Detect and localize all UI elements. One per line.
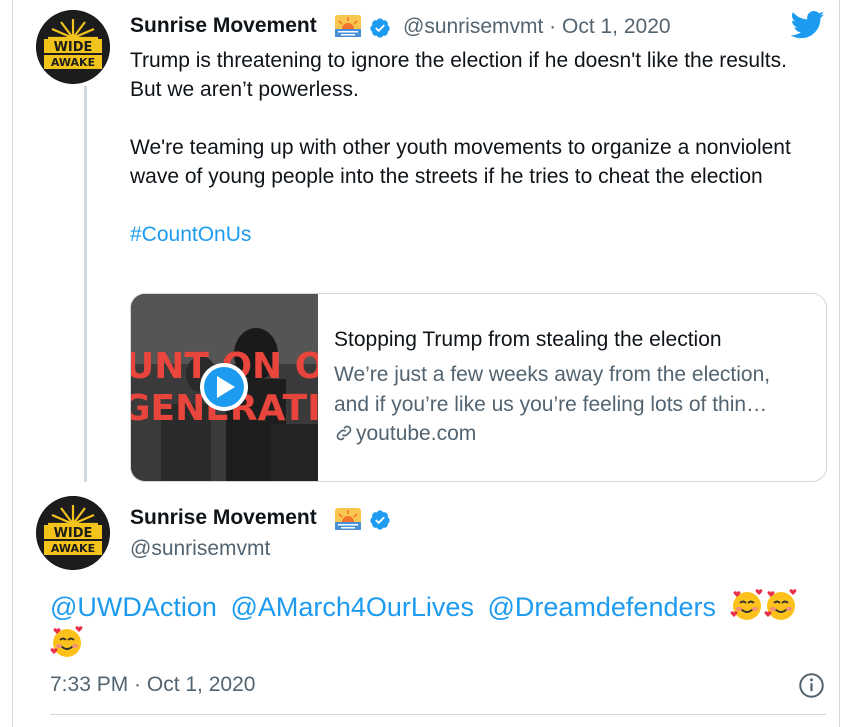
info-icon[interactable]: [798, 672, 825, 699]
svg-text:WIDE: WIDE: [54, 526, 93, 541]
card-domain[interactable]: youtube.com: [334, 422, 476, 446]
mention-link[interactable]: @Dreamdefenders: [487, 592, 716, 622]
wide-awake-logo: WIDE AWAKE: [36, 10, 110, 84]
sunrise-emoji-icon: [335, 508, 361, 530]
thread-connector-line: [84, 86, 87, 482]
smiling-face-with-hearts-emoji: [50, 626, 83, 657]
hashtag-link[interactable]: #CountOnUs: [130, 223, 251, 246]
card-title[interactable]: Stopping Trump from stealing the electio…: [334, 328, 722, 352]
play-icon: [200, 363, 248, 411]
avatar[interactable]: WIDE AWAKE: [36, 10, 110, 84]
tweet-timestamp[interactable]: 7:33 PM · Oct 1, 2020: [50, 673, 255, 697]
sunrise-emoji-icon: [335, 15, 361, 37]
tweet-embed-frame: WIDE AWAKE Sunrise Movement @sunrisemvmt…: [12, 0, 840, 727]
video-thumbnail[interactable]: UNT ON OU GENERATION: [131, 294, 318, 481]
quoted-author-name[interactable]: Sunrise Movement: [130, 14, 317, 38]
author-name[interactable]: Sunrise Movement: [130, 506, 317, 530]
divider: [50, 714, 826, 715]
verified-badge-icon: [370, 18, 390, 38]
link-preview-card[interactable]: UNT ON OU GENERATION Stopping Trump from…: [130, 293, 827, 482]
smiling-face-with-hearts-emoji: [764, 589, 796, 620]
verified-badge-icon: [370, 510, 390, 530]
card-domain-label: youtube.com: [356, 422, 477, 445]
svg-text:AWAKE: AWAKE: [51, 542, 95, 555]
svg-text:AWAKE: AWAKE: [51, 56, 95, 69]
wide-awake-logo: WIDE AWAKE: [36, 496, 110, 570]
quoted-paragraph-1: Trump is threatening to ignore the elect…: [130, 49, 787, 101]
smiling-face-with-hearts-emoji: [730, 589, 762, 620]
quoted-handle-timestamp[interactable]: @sunrisemvmt · Oct 1, 2020: [403, 15, 671, 39]
twitter-bird-icon[interactable]: [791, 10, 825, 40]
link-icon: [336, 425, 352, 441]
tweet-text: @UWDAction @AMarch4OurLives @Dreamdefend…: [50, 588, 830, 662]
mention-link[interactable]: @UWDAction: [50, 592, 217, 622]
author-handle[interactable]: @sunrisemvmt: [130, 537, 270, 561]
quoted-paragraph-2: We're teaming up with other youth moveme…: [130, 136, 791, 188]
card-description: We’re just a few weeks away from the ele…: [334, 363, 771, 416]
quoted-tweet-text: Trump is threatening to ignore the elect…: [130, 46, 810, 249]
mention-link[interactable]: @AMarch4OurLives: [230, 592, 474, 622]
svg-text:WIDE: WIDE: [54, 40, 93, 55]
avatar[interactable]: WIDE AWAKE: [36, 496, 110, 570]
